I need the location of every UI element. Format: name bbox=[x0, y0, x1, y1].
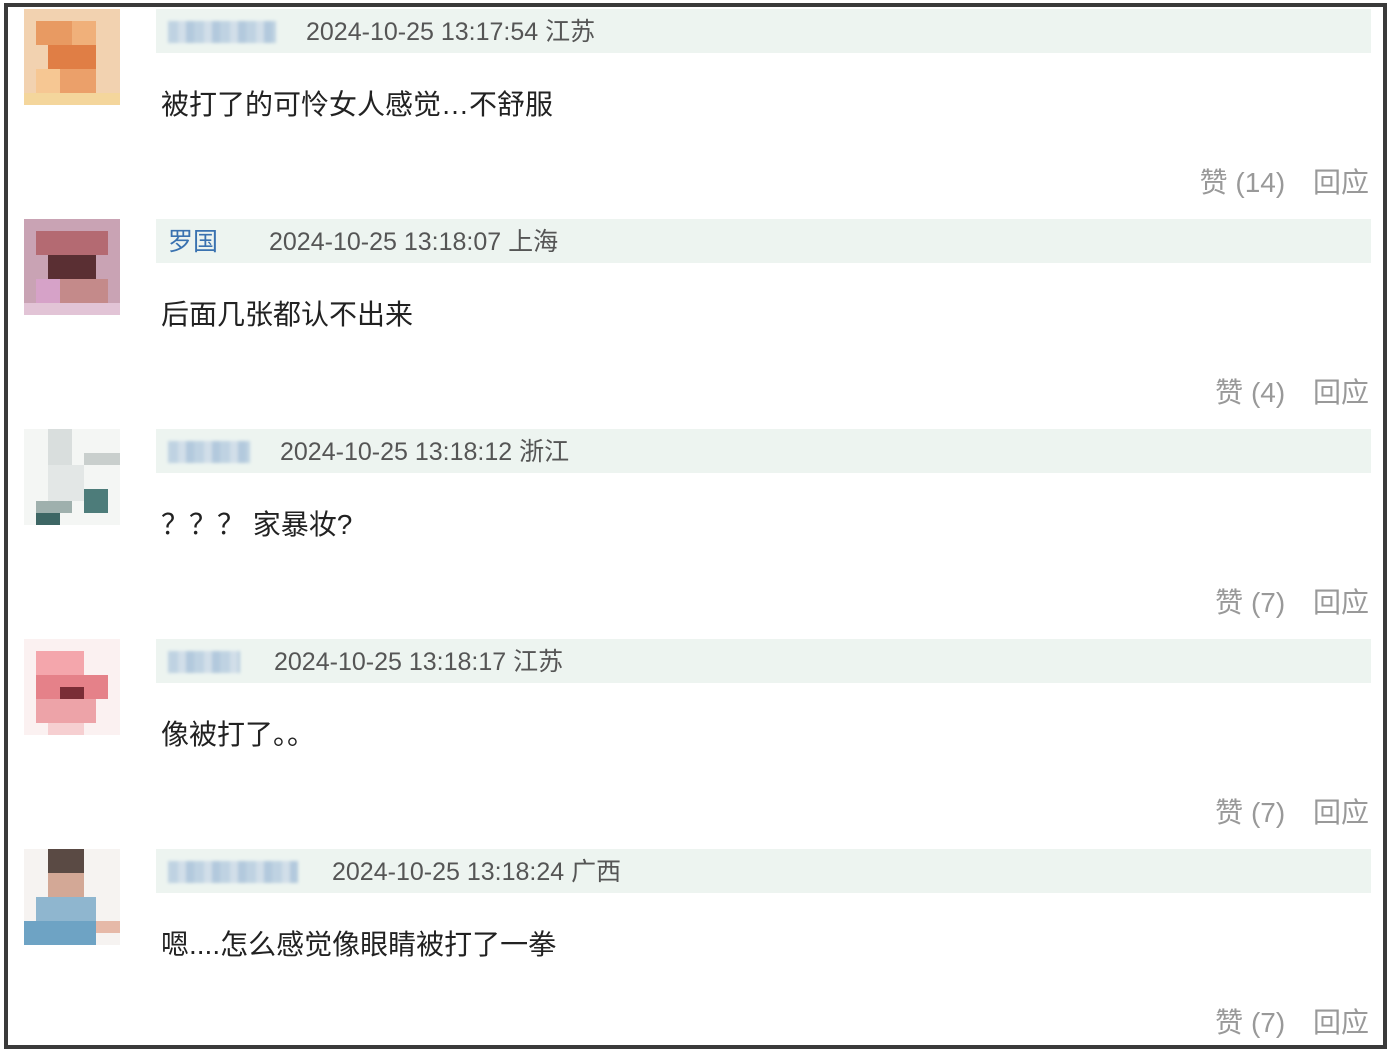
comment-meta: 2024-10-25 13:18:24 广西 bbox=[156, 849, 1371, 893]
username-redacted[interactable] bbox=[168, 861, 298, 883]
comment-time: 2024-10-25 13:18:12 浙江 bbox=[280, 438, 570, 466]
comment-time: 2024-10-25 13:18:17 江苏 bbox=[274, 648, 564, 676]
comment-actions: 赞 (14) 回应 bbox=[1180, 165, 1369, 201]
reply-button[interactable]: 回应 bbox=[1313, 1007, 1369, 1038]
comment-location: 江苏 bbox=[513, 648, 564, 676]
comment-actions: 赞 (4) 回应 bbox=[1195, 375, 1369, 411]
like-button[interactable]: 赞 (7) bbox=[1215, 1007, 1285, 1038]
comment-time: 2024-10-25 13:18:07 上海 bbox=[269, 228, 559, 256]
comment-meta: 2024-10-25 13:18:17 江苏 bbox=[156, 639, 1371, 683]
comment-item: 罗国 2024-10-25 13:18:07 上海 后面几张都认不出来 赞 (4… bbox=[8, 219, 1383, 428]
reply-button[interactable]: 回应 bbox=[1313, 167, 1369, 198]
comment-item: 2024-10-25 13:17:54 江苏 被打了的可怜女人感觉…不舒服 赞 … bbox=[8, 9, 1383, 218]
comment-text: 像被打了。。 bbox=[161, 719, 316, 750]
avatar[interactable] bbox=[24, 9, 120, 105]
avatar[interactable] bbox=[24, 849, 120, 945]
comment-text: 嗯....怎么感觉像眼睛被打了一拳 bbox=[161, 929, 557, 960]
comment-location: 江苏 bbox=[545, 18, 596, 46]
like-button[interactable]: 赞 (7) bbox=[1215, 587, 1285, 618]
comment-item: 2024-10-25 13:18:12 浙江 ？？？ 家暴妆? 赞 (7) 回应 bbox=[8, 429, 1383, 638]
comment-actions: 赞 (7) 回应 bbox=[1195, 1005, 1369, 1041]
reply-button[interactable]: 回应 bbox=[1313, 797, 1369, 828]
comment-item: 2024-10-25 13:18:17 江苏 像被打了。。 赞 (7) 回应 bbox=[8, 639, 1383, 848]
like-button[interactable]: 赞 (4) bbox=[1215, 377, 1285, 408]
avatar[interactable] bbox=[24, 219, 120, 315]
avatar[interactable] bbox=[24, 639, 120, 735]
comment-list: 2024-10-25 13:17:54 江苏 被打了的可怜女人感觉…不舒服 赞 … bbox=[4, 3, 1387, 1049]
reply-button[interactable]: 回应 bbox=[1313, 587, 1369, 618]
comment-meta: 罗国 2024-10-25 13:18:07 上海 bbox=[156, 219, 1371, 263]
like-button[interactable]: 赞 (14) bbox=[1200, 167, 1286, 198]
comment-text: ？？？ 家暴妆? bbox=[161, 509, 353, 540]
comment-location: 浙江 bbox=[519, 438, 570, 466]
comment-actions: 赞 (7) 回应 bbox=[1195, 585, 1369, 621]
avatar[interactable] bbox=[24, 429, 120, 525]
like-button[interactable]: 赞 (7) bbox=[1215, 797, 1285, 828]
comment-meta: 2024-10-25 13:17:54 江苏 bbox=[156, 9, 1371, 53]
comment-time: 2024-10-25 13:17:54 江苏 bbox=[306, 18, 596, 46]
comment-location: 上海 bbox=[508, 228, 559, 256]
comment-text: 后面几张都认不出来 bbox=[161, 299, 414, 330]
username-redacted[interactable] bbox=[168, 21, 276, 43]
comment-location: 广西 bbox=[571, 858, 622, 886]
username-redacted[interactable] bbox=[168, 441, 250, 463]
comment-item: 2024-10-25 13:18:24 广西 嗯....怎么感觉像眼睛被打了一拳… bbox=[8, 849, 1383, 1045]
comment-time: 2024-10-25 13:18:24 广西 bbox=[332, 858, 622, 886]
username-partial[interactable]: 罗国 bbox=[168, 227, 218, 257]
comment-meta: 2024-10-25 13:18:12 浙江 bbox=[156, 429, 1371, 473]
comment-text: 被打了的可怜女人感觉…不舒服 bbox=[161, 89, 554, 120]
reply-button[interactable]: 回应 bbox=[1313, 377, 1369, 408]
username-redacted[interactable] bbox=[168, 651, 240, 673]
comment-actions: 赞 (7) 回应 bbox=[1195, 795, 1369, 831]
